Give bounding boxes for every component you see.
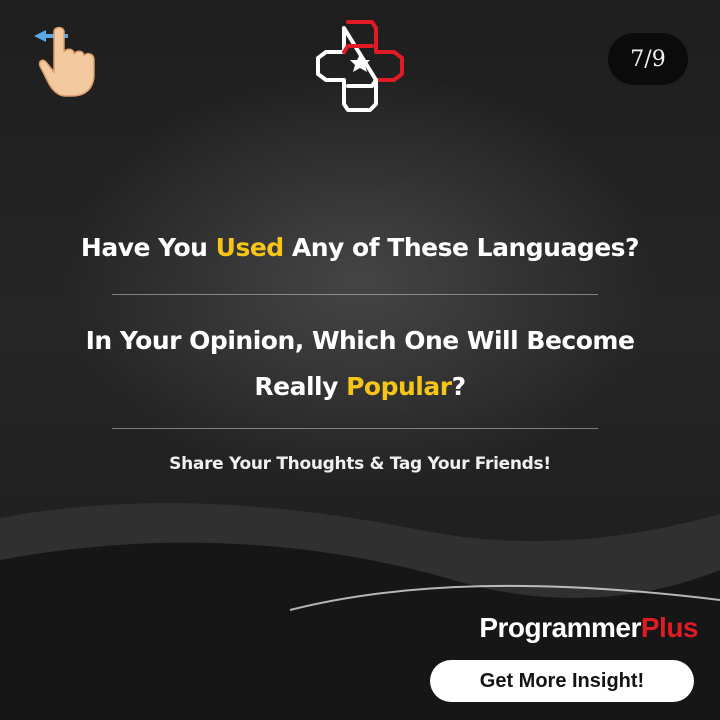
- question-text-start: Have You: [80, 233, 216, 262]
- call-to-action: Share Your Thoughts & Tag Your Friends!: [169, 454, 551, 474]
- brand-wordmark: ProgrammerPlus: [400, 612, 698, 644]
- slide: 7/9 Have You Used Any of These Languages…: [0, 0, 720, 720]
- question-text-end: Any of These Languages?: [283, 233, 640, 262]
- swipe-left-hand-icon[interactable]: [28, 22, 108, 98]
- prompt-line-2: Really Popular?: [40, 364, 680, 410]
- opinion-prompt: In Your Opinion, Which One Will Become R…: [40, 318, 680, 410]
- prompt-text-end: ?: [451, 372, 467, 401]
- prompt-line-1: In Your Opinion, Which One Will Become: [85, 326, 635, 355]
- divider-top: [112, 294, 598, 295]
- brand-logo: [308, 16, 412, 116]
- get-more-insight-button[interactable]: Get More Insight!: [430, 660, 694, 702]
- prompt-highlight: Popular: [346, 372, 452, 401]
- slide-counter: 7/9: [608, 33, 688, 85]
- divider-bottom: [112, 428, 598, 429]
- question-highlight: Used: [215, 233, 285, 262]
- brand-name-main: Programmer: [479, 612, 641, 643]
- prompt-text-start: Really: [254, 372, 347, 401]
- brand-name-accent: Plus: [640, 612, 699, 643]
- question-headline: Have You Used Any of These Languages?: [40, 230, 680, 266]
